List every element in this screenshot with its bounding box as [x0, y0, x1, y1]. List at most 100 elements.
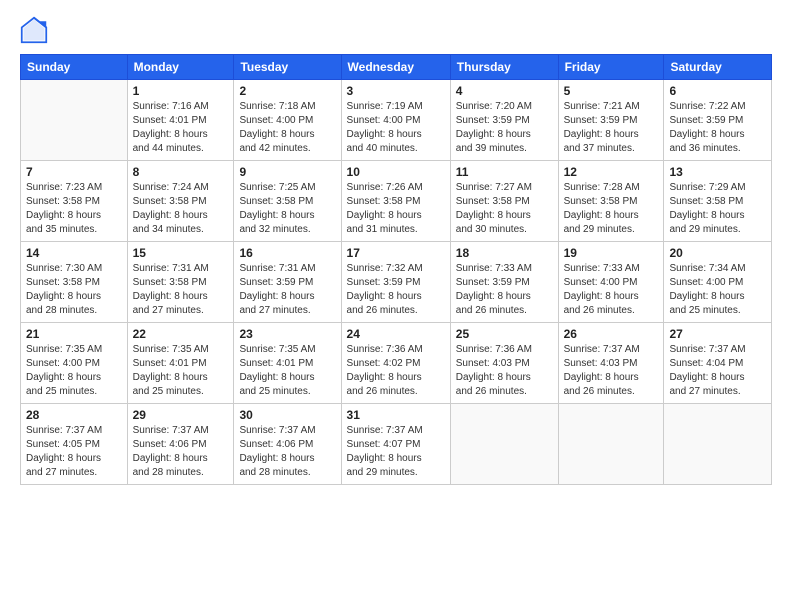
day-number: 29 [133, 408, 229, 422]
weekday-header-row: SundayMondayTuesdayWednesdayThursdayFrid… [21, 55, 772, 80]
day-info: Sunrise: 7:21 AM Sunset: 3:59 PM Dayligh… [564, 100, 659, 156]
calendar-cell: 6 Sunrise: 7:22 AM Sunset: 3:59 PM Daylig… [664, 80, 772, 161]
day-info: Sunrise: 7:29 AM Sunset: 3:58 PM Dayligh… [669, 181, 766, 237]
calendar-cell: 21Sunrise: 7:35 AM Sunset: 4:00 PM Dayli… [21, 323, 128, 404]
weekday-header-friday: Friday [558, 55, 664, 80]
day-number: 17 [347, 246, 445, 260]
day-number: 23 [239, 327, 335, 341]
calendar-cell: 25 Sunrise: 7:36 AM Sunset: 4:03 PM Dayli… [450, 323, 558, 404]
day-info: Sunrise: 7:20 AM Sunset: 3:59 PM Dayligh… [456, 100, 553, 156]
calendar-cell [21, 80, 128, 161]
day-info: Sunrise: 7:35 AM Sunset: 4:00 PM Dayligh… [26, 343, 122, 399]
calendar-cell: 18 Sunrise: 7:33 AM Sunset: 3:59 PM Dayli… [450, 242, 558, 323]
calendar-cell [664, 404, 772, 485]
day-number: 31 [347, 408, 445, 422]
calendar-cell: 10Sunrise: 7:26 AM Sunset: 3:58 PM Dayli… [341, 161, 450, 242]
calendar-cell: 27 Sunrise: 7:37 AM Sunset: 4:04 PM Dayli… [664, 323, 772, 404]
day-info: Sunrise: 7:35 AM Sunset: 4:01 PM Dayligh… [239, 343, 335, 399]
day-number: 6 [669, 84, 766, 98]
calendar-table: SundayMondayTuesdayWednesdayThursdayFrid… [20, 54, 772, 485]
day-number: 11 [456, 165, 553, 179]
day-info: Sunrise: 7:26 AM Sunset: 3:58 PM Dayligh… [347, 181, 445, 237]
week-row-2: 7 Sunrise: 7:23 AM Sunset: 3:58 PM Daylig… [21, 161, 772, 242]
weekday-header-saturday: Saturday [664, 55, 772, 80]
calendar-cell: 23 Sunrise: 7:35 AM Sunset: 4:01 PM Dayli… [234, 323, 341, 404]
day-info: Sunrise: 7:31 AM Sunset: 3:59 PM Dayligh… [239, 262, 335, 318]
day-number: 12 [564, 165, 659, 179]
day-info: Sunrise: 7:35 AM Sunset: 4:01 PM Dayligh… [133, 343, 229, 399]
calendar-cell: 11 Sunrise: 7:27 AM Sunset: 3:58 PM Dayli… [450, 161, 558, 242]
day-number: 4 [456, 84, 553, 98]
day-info: Sunrise: 7:37 AM Sunset: 4:05 PM Dayligh… [26, 424, 122, 480]
calendar-cell: 24Sunrise: 7:36 AM Sunset: 4:02 PM Dayli… [341, 323, 450, 404]
calendar-cell: 4 Sunrise: 7:20 AM Sunset: 3:59 PM Daylig… [450, 80, 558, 161]
calendar-cell: 26Sunrise: 7:37 AM Sunset: 4:03 PM Dayli… [558, 323, 664, 404]
calendar-cell: 31 Sunrise: 7:37 AM Sunset: 4:07 PM Dayli… [341, 404, 450, 485]
day-info: Sunrise: 7:37 AM Sunset: 4:06 PM Dayligh… [133, 424, 229, 480]
logo-icon [20, 16, 48, 44]
day-number: 25 [456, 327, 553, 341]
calendar-cell: 20 Sunrise: 7:34 AM Sunset: 4:00 PM Dayli… [664, 242, 772, 323]
header [20, 16, 772, 44]
day-number: 13 [669, 165, 766, 179]
day-number: 9 [239, 165, 335, 179]
day-info: Sunrise: 7:18 AM Sunset: 4:00 PM Dayligh… [239, 100, 335, 156]
day-number: 22 [133, 327, 229, 341]
day-number: 19 [564, 246, 659, 260]
day-number: 18 [456, 246, 553, 260]
day-info: Sunrise: 7:22 AM Sunset: 3:59 PM Dayligh… [669, 100, 766, 156]
calendar-cell: 29 Sunrise: 7:37 AM Sunset: 4:06 PM Dayli… [127, 404, 234, 485]
day-info: Sunrise: 7:33 AM Sunset: 3:59 PM Dayligh… [456, 262, 553, 318]
day-info: Sunrise: 7:31 AM Sunset: 3:58 PM Dayligh… [133, 262, 229, 318]
day-info: Sunrise: 7:37 AM Sunset: 4:03 PM Dayligh… [564, 343, 659, 399]
calendar-cell: 9 Sunrise: 7:25 AM Sunset: 3:58 PM Daylig… [234, 161, 341, 242]
page: SundayMondayTuesdayWednesdayThursdayFrid… [0, 0, 792, 612]
day-info: Sunrise: 7:32 AM Sunset: 3:59 PM Dayligh… [347, 262, 445, 318]
calendar-cell [558, 404, 664, 485]
day-info: Sunrise: 7:37 AM Sunset: 4:06 PM Dayligh… [239, 424, 335, 480]
day-info: Sunrise: 7:33 AM Sunset: 4:00 PM Dayligh… [564, 262, 659, 318]
calendar-cell: 19 Sunrise: 7:33 AM Sunset: 4:00 PM Dayli… [558, 242, 664, 323]
day-info: Sunrise: 7:23 AM Sunset: 3:58 PM Dayligh… [26, 181, 122, 237]
day-number: 28 [26, 408, 122, 422]
day-number: 8 [133, 165, 229, 179]
day-info: Sunrise: 7:27 AM Sunset: 3:58 PM Dayligh… [456, 181, 553, 237]
day-info: Sunrise: 7:25 AM Sunset: 3:58 PM Dayligh… [239, 181, 335, 237]
calendar-cell: 16Sunrise: 7:31 AM Sunset: 3:59 PM Dayli… [234, 242, 341, 323]
day-number: 15 [133, 246, 229, 260]
day-info: Sunrise: 7:24 AM Sunset: 3:58 PM Dayligh… [133, 181, 229, 237]
week-row-5: 28 Sunrise: 7:37 AM Sunset: 4:05 PM Dayli… [21, 404, 772, 485]
day-number: 27 [669, 327, 766, 341]
day-info: Sunrise: 7:19 AM Sunset: 4:00 PM Dayligh… [347, 100, 445, 156]
calendar-cell: 5 Sunrise: 7:21 AM Sunset: 3:59 PM Daylig… [558, 80, 664, 161]
day-info: Sunrise: 7:36 AM Sunset: 4:03 PM Dayligh… [456, 343, 553, 399]
day-number: 14 [26, 246, 122, 260]
week-row-3: 14 Sunrise: 7:30 AM Sunset: 3:58 PM Dayli… [21, 242, 772, 323]
calendar-cell: 14 Sunrise: 7:30 AM Sunset: 3:58 PM Dayli… [21, 242, 128, 323]
weekday-header-tuesday: Tuesday [234, 55, 341, 80]
day-info: Sunrise: 7:30 AM Sunset: 3:58 PM Dayligh… [26, 262, 122, 318]
calendar-cell: 12 Sunrise: 7:28 AM Sunset: 3:58 PM Dayli… [558, 161, 664, 242]
day-number: 3 [347, 84, 445, 98]
calendar-cell: 15 Sunrise: 7:31 AM Sunset: 3:58 PM Dayli… [127, 242, 234, 323]
day-number: 2 [239, 84, 335, 98]
weekday-header-sunday: Sunday [21, 55, 128, 80]
day-number: 5 [564, 84, 659, 98]
day-info: Sunrise: 7:37 AM Sunset: 4:04 PM Dayligh… [669, 343, 766, 399]
day-info: Sunrise: 7:34 AM Sunset: 4:00 PM Dayligh… [669, 262, 766, 318]
day-number: 7 [26, 165, 122, 179]
weekday-header-wednesday: Wednesday [341, 55, 450, 80]
day-number: 20 [669, 246, 766, 260]
calendar-cell: 2 Sunrise: 7:18 AM Sunset: 4:00 PM Daylig… [234, 80, 341, 161]
week-row-1: 1Sunrise: 7:16 AM Sunset: 4:01 PM Daylig… [21, 80, 772, 161]
day-number: 30 [239, 408, 335, 422]
day-info: Sunrise: 7:36 AM Sunset: 4:02 PM Dayligh… [347, 343, 445, 399]
day-info: Sunrise: 7:16 AM Sunset: 4:01 PM Dayligh… [133, 100, 229, 156]
weekday-header-thursday: Thursday [450, 55, 558, 80]
calendar-cell: 8 Sunrise: 7:24 AM Sunset: 3:58 PM Daylig… [127, 161, 234, 242]
day-info: Sunrise: 7:28 AM Sunset: 3:58 PM Dayligh… [564, 181, 659, 237]
calendar-cell: 1Sunrise: 7:16 AM Sunset: 4:01 PM Daylig… [127, 80, 234, 161]
day-info: Sunrise: 7:37 AM Sunset: 4:07 PM Dayligh… [347, 424, 445, 480]
week-row-4: 21Sunrise: 7:35 AM Sunset: 4:00 PM Dayli… [21, 323, 772, 404]
logo [20, 16, 50, 44]
